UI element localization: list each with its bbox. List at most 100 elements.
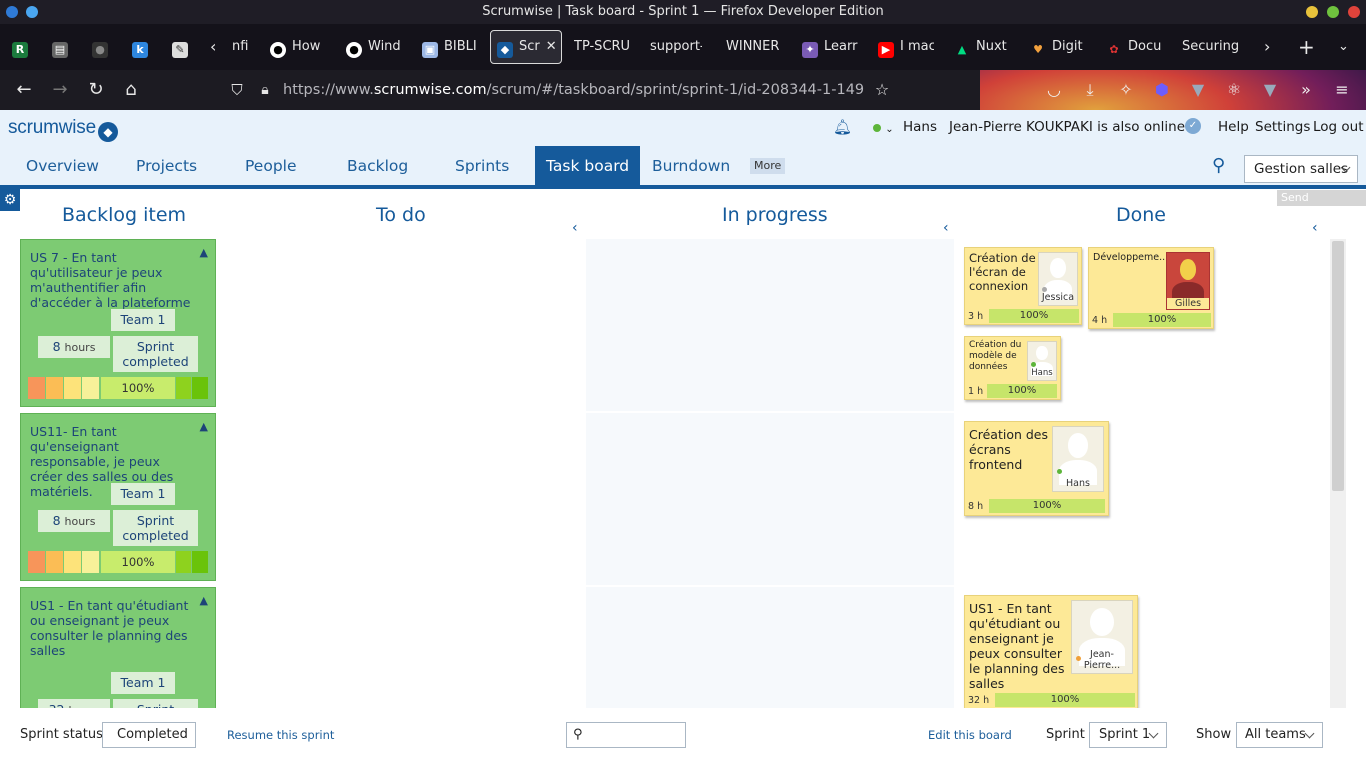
nav-taskboard[interactable]: Task board — [535, 146, 641, 185]
user-status-dropdown[interactable]: ⌄ — [873, 120, 894, 136]
settings-link[interactable]: Settings — [1255, 119, 1310, 135]
board-gear-icon[interactable]: ⚙ — [0, 189, 20, 211]
tab-4[interactable]: ▣ BIBLI — [422, 32, 478, 62]
nav-sprints[interactable]: Sprints — [455, 146, 509, 185]
story-hours[interactable]: 8 hours — [38, 510, 110, 532]
task-card[interactable]: US1 - En tant qu'étudiant ou enseignant … — [964, 595, 1138, 708]
back-button[interactable]: ← — [12, 78, 36, 102]
bookmark-star-icon[interactable]: ☆ — [870, 78, 894, 102]
downloads-icon[interactable]: ⤓ — [1078, 78, 1102, 102]
react-devtools-icon[interactable]: ⚛ — [1222, 78, 1246, 102]
avatar[interactable]: Hans — [1027, 341, 1057, 381]
minimize-button[interactable] — [1306, 6, 1318, 18]
tab-8[interactable]: WINNER — [726, 32, 780, 62]
forward-button[interactable]: → — [48, 78, 72, 102]
collapse-caret-icon[interactable]: ▲ — [200, 420, 208, 433]
current-user[interactable]: Hans — [903, 119, 937, 135]
story-status[interactable]: Sprint completed — [113, 699, 198, 708]
online-users-notice[interactable]: Jean-Pierre KOUKPAKI is also online ⌄ — [949, 119, 1198, 135]
avatar[interactable]: Jessica — [1038, 252, 1078, 306]
sprint-status-value[interactable]: Completed — [102, 722, 196, 748]
maximize-button[interactable] — [1327, 6, 1339, 18]
inprogress-lane[interactable] — [586, 239, 954, 411]
sprint-select[interactable]: Sprint 1 — [1089, 722, 1167, 748]
vue-extension-icon[interactable]: ▼ — [1258, 78, 1282, 102]
tab-14[interactable]: Securing — [1182, 32, 1240, 62]
backlog-item-card[interactable]: US 7 - En tant qu'utilisateur je peux m'… — [20, 239, 216, 407]
team-filter-select[interactable]: All teams — [1236, 722, 1323, 748]
reload-button[interactable]: ↻ — [84, 78, 108, 102]
backlog-item-card[interactable]: US1 - En tant qu'étudiant ou enseignant … — [20, 587, 216, 708]
vue-devtools-icon[interactable]: ▼ — [1186, 78, 1210, 102]
pinned-tab-4[interactable]: k — [132, 32, 152, 62]
collapse-caret-icon[interactable]: ▲ — [200, 246, 208, 259]
close-tab-icon[interactable]: ✕ — [546, 39, 557, 54]
task-card[interactable]: Développeme... Gilles 4 h 100% — [1088, 247, 1214, 329]
tab-11[interactable]: ▲ Nuxt — [954, 32, 1010, 62]
story-team[interactable]: Team 1 — [111, 309, 175, 331]
avatar[interactable]: Gilles — [1166, 252, 1210, 310]
notification-bell-icon[interactable]: 🔔︎ — [833, 118, 852, 136]
url-bar[interactable]: https://www.scrumwise.com/scrum/#/taskbo… — [283, 80, 864, 100]
nav-more[interactable]: More — [750, 158, 786, 174]
story-hours[interactable]: 32 hours — [38, 699, 110, 708]
logout-link[interactable]: Log out — [1313, 119, 1364, 135]
pinned-tab-1[interactable]: R — [12, 32, 32, 62]
close-window-button[interactable] — [1348, 6, 1360, 18]
tab-10[interactable]: ▶ I mac — [878, 32, 934, 62]
new-tab-button[interactable]: + — [1298, 32, 1314, 62]
tab-12[interactable]: ♥ Digit — [1030, 32, 1086, 62]
lock-icon[interactable]: 🔒︎ — [253, 78, 277, 102]
story-team[interactable]: Team 1 — [111, 483, 175, 505]
search-icon[interactable]: ⚲ — [1212, 146, 1225, 185]
story-hours[interactable]: 8 hours — [38, 336, 110, 358]
tab-9[interactable]: ✦ Learr — [802, 32, 858, 62]
backlog-item-card[interactable]: US11- En tant qu'enseignant responsable,… — [20, 413, 216, 581]
nav-overview[interactable]: Overview — [26, 146, 99, 185]
more-extensions-icon[interactable]: » — [1294, 78, 1318, 102]
pinned-tab-3[interactable]: ● — [92, 32, 112, 62]
task-card[interactable]: Création des écrans frontend Hans 8 h 10… — [964, 421, 1109, 516]
project-select[interactable]: Gestion salles — [1244, 155, 1358, 183]
nav-people[interactable]: People — [245, 146, 297, 185]
collapse-inprogress-icon[interactable]: ‹ — [943, 220, 949, 236]
tab-2[interactable]: ● How — [270, 32, 326, 62]
story-status[interactable]: Sprint completed — [113, 510, 198, 546]
nav-backlog[interactable]: Backlog — [347, 146, 408, 185]
tabs-scroll-left[interactable]: ‹ — [210, 32, 224, 62]
tab-7[interactable]: support- — [650, 32, 702, 62]
tab-6[interactable]: TP-SCRU — [574, 32, 632, 62]
resume-sprint-link[interactable]: Resume this sprint — [227, 728, 334, 742]
task-card[interactable]: Création du modèle de données Hans 1 h 1… — [964, 336, 1061, 400]
nav-projects[interactable]: Projects — [136, 146, 197, 185]
board-scrollbar[interactable] — [1330, 239, 1346, 708]
scrumwise-logo[interactable]: scrumwise ◆ — [8, 117, 118, 142]
task-card[interactable]: Création de l'écran de connexion Jessica… — [964, 247, 1082, 325]
pocket-icon[interactable]: ◡ — [1042, 78, 1066, 102]
story-team[interactable]: Team 1 — [111, 672, 175, 694]
tracking-shield-icon[interactable]: ⛉ — [225, 78, 249, 102]
extension-hex-icon[interactable]: ⬢ — [1150, 78, 1174, 102]
hamburger-menu-icon[interactable]: ≡ — [1330, 78, 1354, 102]
list-tabs-button[interactable]: ⌄ — [1338, 32, 1354, 62]
tab-13[interactable]: ✿ Docu — [1106, 32, 1162, 62]
pinned-tab-2[interactable]: ▤ — [52, 32, 72, 62]
inprogress-lane[interactable] — [586, 413, 954, 585]
avatar[interactable]: Jean-Pierre... — [1071, 600, 1133, 674]
story-status[interactable]: Sprint completed — [113, 336, 198, 372]
check-circle-icon[interactable]: ✓ — [1185, 118, 1201, 134]
board-search-input[interactable]: ⚲ — [566, 722, 686, 748]
collapse-caret-icon[interactable]: ▲ — [200, 594, 208, 607]
avatar[interactable]: Hans — [1052, 426, 1104, 492]
tabs-scroll-right[interactable]: › — [1264, 32, 1276, 62]
collapse-todo-icon[interactable]: ‹ — [572, 220, 578, 236]
pinned-tab-5[interactable]: ✎ — [172, 32, 192, 62]
send-feedback-button[interactable]: Send feedback — [1277, 190, 1366, 220]
edit-board-link[interactable]: Edit this board — [928, 728, 1012, 742]
app-menu-icon[interactable] — [26, 6, 38, 18]
collapse-done-icon[interactable]: ‹ — [1312, 220, 1318, 236]
help-link[interactable]: Help — [1218, 119, 1249, 135]
scrollbar-thumb[interactable] — [1332, 241, 1344, 491]
nav-burndown[interactable]: Burndown — [652, 146, 730, 185]
tab-scrumwise-active[interactable]: ◆ Scr ✕ — [490, 30, 562, 64]
